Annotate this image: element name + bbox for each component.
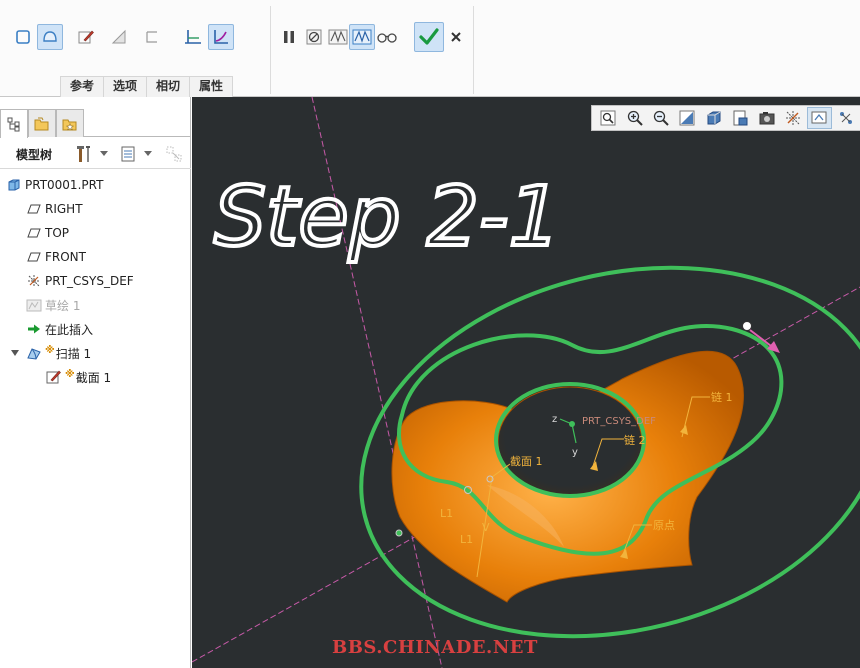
datum-plane-icon: [26, 249, 42, 265]
tab-references[interactable]: 参考: [60, 77, 105, 97]
csys-icon: [26, 273, 42, 289]
datum-plane-icon: [26, 225, 42, 241]
confirm-checkmark-icon[interactable]: [414, 22, 444, 52]
sketch-icon: [26, 297, 42, 313]
tree-settings-tools-icon[interactable]: [73, 143, 95, 165]
variable-section-icon[interactable]: [208, 24, 234, 50]
l1-label: L1: [440, 507, 453, 520]
tree-item-label: PRT_CSYS_DEF: [45, 274, 134, 288]
tree-item-label: PRT0001.PRT: [25, 178, 104, 192]
tree-settings-dropdown-icon[interactable]: [100, 151, 108, 156]
sketch-pencil-icon[interactable]: [73, 24, 99, 50]
tree-filter-disabled-icon[interactable]: [163, 143, 185, 165]
datum-display-filters-icon[interactable]: [781, 107, 805, 129]
model-scene[interactable]: Step 2-1 z y PRT_CSYS_DEF 链 1 链 2 截面 1 原…: [192, 97, 860, 668]
dashboard-tab-strip: 参考 选项 相切 属性: [60, 76, 234, 97]
annotation-display-icon[interactable]: [834, 107, 858, 129]
tree-item-insert-here[interactable]: 在此插入: [26, 318, 93, 340]
tab-favorites[interactable]: [56, 109, 84, 137]
section-icon: [46, 369, 62, 385]
trajectory-point: [395, 529, 403, 537]
tab-properties[interactable]: 属性: [190, 77, 234, 97]
repaint-icon[interactable]: [675, 107, 699, 129]
show-list-icon[interactable]: [117, 143, 139, 165]
tab-folder-browser[interactable]: [28, 109, 56, 137]
zoom-in-icon[interactable]: [622, 107, 646, 129]
origin-label[interactable]: 原点: [653, 519, 675, 532]
part-icon: [6, 177, 22, 193]
model-tree-toolbar: 模型树: [0, 139, 191, 169]
section1-label[interactable]: 截面 1: [510, 454, 543, 468]
tree-item-label: 草绘 1: [45, 298, 81, 313]
solid-icon[interactable]: [10, 24, 36, 50]
no-preview-icon[interactable]: [301, 24, 327, 50]
csys-y-label: y: [572, 447, 578, 458]
l1-label: L1: [460, 533, 473, 546]
tree-item-sweep[interactable]: ※ 扫描 1: [10, 342, 91, 364]
display-style-icon[interactable]: [702, 107, 726, 129]
v-label: V: [482, 521, 490, 534]
chain1-label[interactable]: 链 1: [711, 390, 733, 404]
tab-tangency[interactable]: 相切: [147, 77, 191, 97]
surface-icon[interactable]: [37, 24, 63, 50]
tree-item-sketch[interactable]: 草绘 1: [26, 294, 80, 316]
tree-item-top-plane[interactable]: TOP: [26, 222, 69, 244]
graphics-viewport[interactable]: Step 2-1 z y PRT_CSYS_DEF 链 1 链 2 截面 1 原…: [192, 97, 860, 668]
pause-icon[interactable]: [276, 24, 302, 50]
constant-section-icon[interactable]: [180, 24, 206, 50]
navigator-tabs: [0, 109, 191, 138]
csys-label: PRT_CSYS_DEF: [582, 416, 656, 427]
verify-mode-glasses-icon[interactable]: [374, 24, 400, 50]
tab-options[interactable]: 选项: [104, 77, 148, 97]
tree-item-csys[interactable]: PRT_CSYS_DEF: [26, 270, 134, 292]
saved-orientations-icon[interactable]: [728, 107, 752, 129]
refit-icon[interactable]: [596, 107, 620, 129]
new-feature-star-icon: ※: [45, 344, 55, 356]
datum-plane-icon: [26, 201, 42, 217]
geometry-preview-icon[interactable]: [325, 24, 351, 50]
tree-item-part[interactable]: PRT0001.PRT: [6, 174, 103, 196]
chain2-label[interactable]: 链 2: [624, 433, 646, 447]
tree-item-label: FRONT: [45, 250, 86, 264]
thicken-icon[interactable]: [106, 24, 132, 50]
view-manager-icon[interactable]: [754, 107, 778, 129]
zoom-out-icon[interactable]: [649, 107, 673, 129]
csys-z-label: z: [552, 414, 557, 425]
view-toolbar: [591, 105, 860, 131]
model-tree-title: 模型树: [16, 148, 53, 162]
spin-center-icon[interactable]: [807, 107, 832, 129]
tree-item-right-plane[interactable]: RIGHT: [26, 198, 83, 220]
tree-item-label: RIGHT: [45, 202, 83, 216]
tree-item-label: TOP: [45, 226, 70, 240]
remove-material-icon[interactable]: [139, 24, 165, 50]
sweep-icon: [26, 345, 42, 361]
tree-item-label: 截面 1: [75, 370, 112, 385]
collapse-triangle-icon[interactable]: [10, 348, 20, 358]
tab-model-tree[interactable]: [0, 109, 28, 138]
ribbon-separator: [270, 6, 271, 94]
new-feature-star-icon: ※: [65, 368, 75, 380]
tree-item-section[interactable]: ※ 截面 1: [46, 366, 111, 388]
navigator-panel: 模型树 PRT0001.PRT RIGHT TOP FRONT PRT_CSYS…: [0, 97, 191, 668]
insert-here-arrow-icon: [26, 321, 42, 337]
tree-item-label: 在此插入: [45, 322, 94, 337]
attach-preview-icon[interactable]: [349, 24, 375, 50]
handwritten-step-label: Step 2-1: [214, 170, 561, 265]
tree-item-front-plane[interactable]: FRONT: [26, 246, 86, 268]
trajectory-start-point[interactable]: [742, 321, 752, 331]
tree-item-label: 扫描 1: [55, 346, 92, 361]
watermark: BBS.CHINADE.NET: [332, 637, 538, 658]
ribbon-separator: [473, 6, 474, 94]
show-dropdown-icon[interactable]: [144, 151, 152, 156]
ribbon: 参考 选项 相切 属性: [0, 0, 860, 97]
cancel-close-icon[interactable]: [443, 24, 469, 50]
